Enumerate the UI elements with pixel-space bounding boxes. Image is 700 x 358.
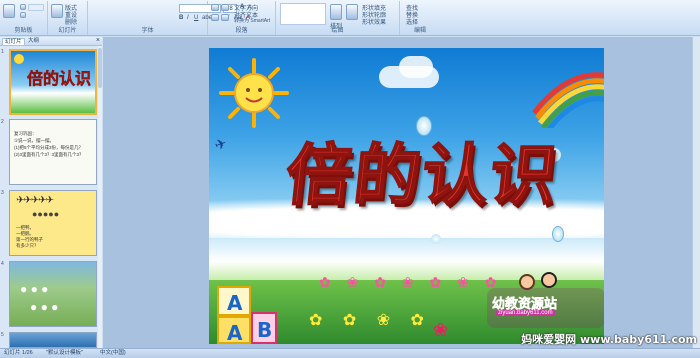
flower-icons: ✿ ❀ ✿ ❀ ✿ ❀ ✿ xyxy=(319,274,503,290)
convert-smartart-button[interactable]: 转换为 SmartArt xyxy=(234,17,270,24)
thumb-text: (2)3里面有几个3？3里面有几个3？ xyxy=(14,152,84,157)
font-group-label: 字体 xyxy=(141,28,154,34)
scroll-thumb[interactable] xyxy=(98,48,102,88)
clipboard-group: 剪贴板 xyxy=(0,1,48,35)
panel-tabs: 幻灯片 大纲 × xyxy=(0,37,102,46)
arrange-icon[interactable] xyxy=(330,4,342,20)
align-center-icon[interactable] xyxy=(221,14,229,21)
editing-group: 查找 替换 选择 编辑 xyxy=(400,1,440,35)
thumb-number: 5 xyxy=(1,332,4,338)
slide-thumbnail-2[interactable]: 复习巩固： ①说一说，摆一摆。 (1)把5个平均分成3份，每份是几？ (2)3里… xyxy=(9,119,97,185)
shapes-gallery[interactable] xyxy=(280,3,326,25)
copy-icon[interactable] xyxy=(20,12,26,18)
slides-group-label: 幻灯片 xyxy=(58,28,77,34)
animal-icons: ●●●●● xyxy=(32,209,60,219)
ribbon: 剪贴板 版式 重设 删除 幻灯片 28 A A B I U abe S AV A… xyxy=(0,0,700,36)
tab-slides[interactable]: 幻灯片 xyxy=(2,38,25,45)
bubble-icon xyxy=(431,234,441,244)
italic-icon[interactable]: I xyxy=(187,15,189,21)
flower-icons: ✿ ✿ ❀ ✿ xyxy=(309,312,432,329)
clipboard-group-label: 剪贴板 xyxy=(14,28,33,34)
slide-thumbnail-3[interactable]: ✈✈✈✈✈ ●●●●● 一把鸭， 一把鹅。 第一行的鸭子 有多少只？ xyxy=(9,190,97,256)
cloud xyxy=(399,56,433,78)
editing-group-label: 编辑 xyxy=(413,28,426,34)
close-icon[interactable]: × xyxy=(96,37,100,45)
block-letter-b: B xyxy=(257,318,273,342)
site-watermark: 妈咪爱婴网 www.baby611.com xyxy=(521,333,697,346)
thumb-text: ①说一说，摆一摆。 xyxy=(14,138,55,143)
bullets-icon[interactable] xyxy=(211,4,219,11)
letter-block: A xyxy=(217,286,251,316)
align-left-icon[interactable] xyxy=(211,14,219,21)
rainbow-icon xyxy=(532,72,604,128)
slide-counter: 幻灯片 1/26 xyxy=(4,350,33,356)
thumb-number: 2 xyxy=(1,119,4,125)
thumb-number: 3 xyxy=(1,190,4,196)
slide-title[interactable]: 倍的认识 xyxy=(281,122,564,218)
sun-icon xyxy=(14,54,24,64)
sun-icon xyxy=(219,58,289,128)
slide-thumbnail-4[interactable]: ● ● ● ● ● ● xyxy=(9,261,97,327)
thumb-title: 倍的认识 xyxy=(27,69,92,89)
slide-canvas: ✈ 倍的认识 ✿ ❀ ✿ ❀ ✿ ❀ ✿ ✿ ✿ ❀ ✿ ❀ A A B 幼教资… xyxy=(103,37,700,348)
format-painter-button[interactable] xyxy=(28,4,44,11)
theme-name: "默认设计模板" xyxy=(46,350,83,356)
plane-icon: ✈ xyxy=(212,134,229,154)
child-icon xyxy=(541,272,557,288)
slide-main[interactable]: ✈ 倍的认识 ✿ ❀ ✿ ❀ ✿ ❀ ✿ ✿ ✿ ❀ ✿ ❀ A A B 幼教资… xyxy=(209,48,604,344)
block-letter-a: A xyxy=(227,291,243,315)
drawing-group: 排列 形状填充 形状轮廓 形状效果 绘图 xyxy=(276,1,400,35)
thumb-text: 复习巩固： xyxy=(14,131,37,136)
thumb-number: 1 xyxy=(1,49,4,55)
font-group: 28 A A B I U abe S AV Aa A 字体 xyxy=(88,1,252,35)
flower-icon: ❀ xyxy=(433,320,449,340)
sheep-icons: ● ● ● xyxy=(20,282,49,296)
brand-url: ziyuan.baby611.com xyxy=(496,310,555,316)
quick-styles-icon[interactable] xyxy=(346,4,358,20)
letter-block: B xyxy=(251,312,277,344)
sheep-icons: ● ● ● xyxy=(30,300,59,314)
block-letter-a: A xyxy=(227,321,243,344)
numbering-icon[interactable] xyxy=(221,4,229,11)
bird-icons: ✈✈✈✈✈ xyxy=(16,195,54,206)
slides-panel: 幻灯片 大纲 × 1 倍的认识 2 复习巩固： ①说一说，摆一摆。 (1)把5个… xyxy=(0,37,102,348)
underline-icon[interactable]: U xyxy=(194,15,198,21)
paragraph-group: 文字方向 对齐文本 转换为 SmartArt 段落 xyxy=(208,1,276,35)
status-bar: 幻灯片 1/26 "默认设计模板" 中文(中国) xyxy=(0,348,700,358)
cut-icon[interactable] xyxy=(20,4,26,10)
language-indicator[interactable]: 中文(中国) xyxy=(100,349,126,358)
paragraph-group-label: 段落 xyxy=(235,28,248,34)
paste-icon[interactable] xyxy=(3,4,15,18)
thumb-text: (1)把5个平均分成3份，每份是几？ xyxy=(14,145,84,150)
balloon-icon xyxy=(552,226,564,242)
new-slide-icon[interactable] xyxy=(51,4,63,18)
canvas-scrollbar[interactable] xyxy=(692,37,700,348)
bold-icon[interactable]: B xyxy=(179,15,183,21)
slide-thumbnail-1[interactable]: 倍的认识 xyxy=(9,49,97,115)
slides-group: 版式 重设 删除 幻灯片 xyxy=(48,1,88,35)
slide-thumbnail-5[interactable] xyxy=(9,332,97,348)
panel-scrollbar[interactable] xyxy=(98,46,102,348)
tab-outline[interactable]: 大纲 xyxy=(26,38,41,45)
thumb-number: 4 xyxy=(1,261,4,267)
letter-block: A xyxy=(217,316,251,344)
drawing-group-label: 绘图 xyxy=(331,28,344,34)
thumb-text: 有多少只？ xyxy=(16,243,39,248)
